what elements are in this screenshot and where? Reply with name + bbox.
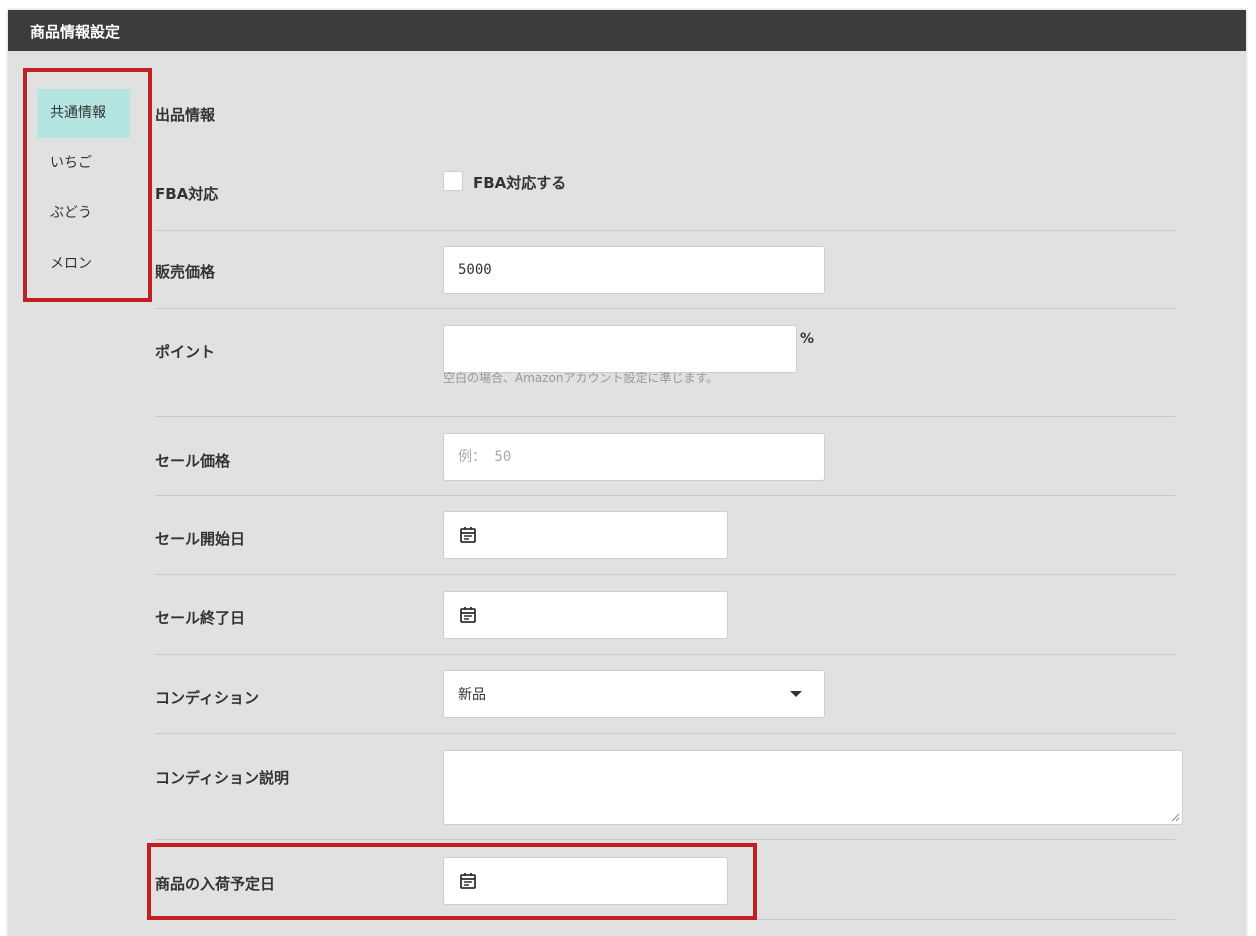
divider xyxy=(155,308,1175,309)
sale-start-label: セール開始日 xyxy=(155,530,246,548)
divider xyxy=(155,574,1175,575)
price-input[interactable] xyxy=(443,246,825,294)
condition-select[interactable]: 新品 xyxy=(443,670,825,718)
panel-title: 商品情報設定 xyxy=(8,10,1246,51)
arrival-date-label: 商品の入荷予定日 xyxy=(155,875,276,893)
arrival-date-input[interactable] xyxy=(443,857,728,905)
divider xyxy=(155,654,1175,655)
sidebar-item-strawberry[interactable]: いちご xyxy=(37,139,130,188)
price-label: 販売価格 xyxy=(155,263,216,281)
point-label: ポイント xyxy=(155,343,216,361)
condition-selected-value: 新品 xyxy=(458,687,486,703)
divider xyxy=(155,495,1175,496)
sale-start-date-input[interactable] xyxy=(443,511,728,559)
sidebar-item-melon[interactable]: メロン xyxy=(37,240,130,289)
sale-price-input[interactable] xyxy=(443,433,825,481)
sale-end-label: セール終了日 xyxy=(155,609,246,627)
divider xyxy=(155,230,1175,231)
calendar-icon xyxy=(460,607,476,623)
point-unit: % xyxy=(800,331,815,347)
chevron-down-icon xyxy=(790,691,802,697)
divider xyxy=(155,919,1175,920)
sidebar-item-grape[interactable]: ぶどう xyxy=(37,189,130,238)
point-input[interactable] xyxy=(443,325,797,373)
resize-handle-icon[interactable] xyxy=(1170,812,1180,822)
section-title: 出品情報 xyxy=(155,106,216,124)
fba-checkbox[interactable] xyxy=(443,171,463,191)
divider xyxy=(155,416,1175,417)
condition-note-textarea[interactable] xyxy=(443,750,1183,825)
sale-price-label: セール価格 xyxy=(155,452,231,470)
fba-label: FBA対応 xyxy=(155,185,219,203)
condition-label: コンディション xyxy=(155,689,259,707)
calendar-icon xyxy=(460,873,476,889)
calendar-icon xyxy=(460,527,476,543)
sale-end-date-input[interactable] xyxy=(443,591,728,639)
condition-note-label: コンディション説明 xyxy=(155,769,289,787)
divider xyxy=(155,839,1175,840)
fba-checkbox-label[interactable]: FBA対応する xyxy=(473,172,566,193)
divider xyxy=(155,733,1175,734)
point-help-text: 空白の場合、Amazonアカウント設定に準じます。 xyxy=(443,371,719,385)
sidebar-item-common[interactable]: 共通情報 xyxy=(37,89,130,138)
